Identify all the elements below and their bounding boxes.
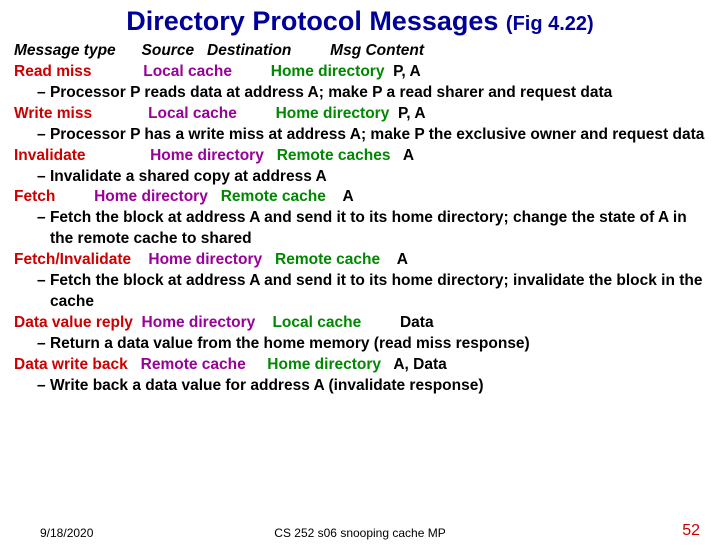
msg-src: Home directory — [94, 188, 208, 205]
msg-desc: Processor P reads data at address A; mak… — [14, 83, 706, 104]
msg-desc: Invalidate a shared copy at address A — [14, 167, 706, 188]
table-row: Invalidate Home directory Remote caches … — [14, 146, 706, 167]
msg-desc: Fetch the block at address A and send it… — [14, 271, 706, 313]
msg-desc: Write back a data value for address A (i… — [14, 376, 706, 397]
msg-dst: Remote cache — [275, 251, 380, 268]
table-row: Data write back Remote cache Home direct… — [14, 355, 706, 376]
msg-type: Invalidate — [14, 147, 86, 164]
msg-dst: Home directory — [276, 105, 390, 122]
footer-slide-number: 52 — [682, 522, 700, 540]
table-row: Read miss Local cache Home directory P, … — [14, 62, 706, 83]
msg-src: Remote cache — [141, 356, 246, 373]
table-row: Data value reply Home directory Local ca… — [14, 313, 706, 334]
hdr-msg: Msg Content — [330, 42, 424, 59]
footer-date: 9/18/2020 — [40, 526, 93, 540]
msg-content: P, A — [398, 105, 426, 122]
msg-dst: Remote cache — [221, 188, 326, 205]
slide-title: Directory Protocol Messages (Fig 4.22) — [0, 6, 720, 37]
msg-desc: Fetch the block at address A and send it… — [14, 208, 706, 250]
msg-content: P, A — [393, 63, 421, 80]
msg-src: Home directory — [142, 314, 256, 331]
footer-course: CS 252 s06 snooping cache MP — [274, 526, 445, 540]
table-row: Fetch/Invalidate Home directory Remote c… — [14, 250, 706, 271]
content-block: Message type Source Destination Msg Cont… — [0, 41, 720, 397]
table-row: Write miss Local cache Home directory P,… — [14, 104, 706, 125]
msg-type: Fetch — [14, 188, 55, 205]
msg-content: A — [397, 251, 408, 268]
msg-content: A — [403, 147, 414, 164]
msg-src: Local cache — [148, 105, 237, 122]
msg-dst: Local cache — [272, 314, 361, 331]
title-fig: (Fig 4.22) — [506, 13, 594, 35]
hdr-source: Source — [142, 42, 195, 59]
msg-dst: Remote caches — [277, 147, 391, 164]
header-row: Message type Source Destination Msg Cont… — [14, 41, 706, 62]
msg-src: Home directory — [148, 251, 262, 268]
msg-content: Data — [400, 314, 434, 331]
msg-src: Home directory — [150, 147, 264, 164]
hdr-type: Message type — [14, 42, 116, 59]
hdr-dest: Destination — [207, 42, 291, 59]
msg-type: Fetch/Invalidate — [14, 251, 131, 268]
msg-content: A — [343, 188, 354, 205]
title-main: Directory Protocol Messages — [126, 6, 498, 36]
msg-desc: Processor P has a write miss at address … — [14, 125, 706, 146]
msg-type: Write miss — [14, 105, 92, 122]
msg-dst: Home directory — [267, 356, 381, 373]
msg-type: Read miss — [14, 63, 92, 80]
table-row: Fetch Home directory Remote cache A — [14, 187, 706, 208]
msg-content: A, Data — [393, 356, 446, 373]
msg-dst: Home directory — [271, 63, 385, 80]
msg-type: Data write back — [14, 356, 128, 373]
msg-type: Data value reply — [14, 314, 133, 331]
msg-src: Local cache — [143, 63, 232, 80]
msg-desc: Return a data value from the home memory… — [14, 334, 706, 355]
